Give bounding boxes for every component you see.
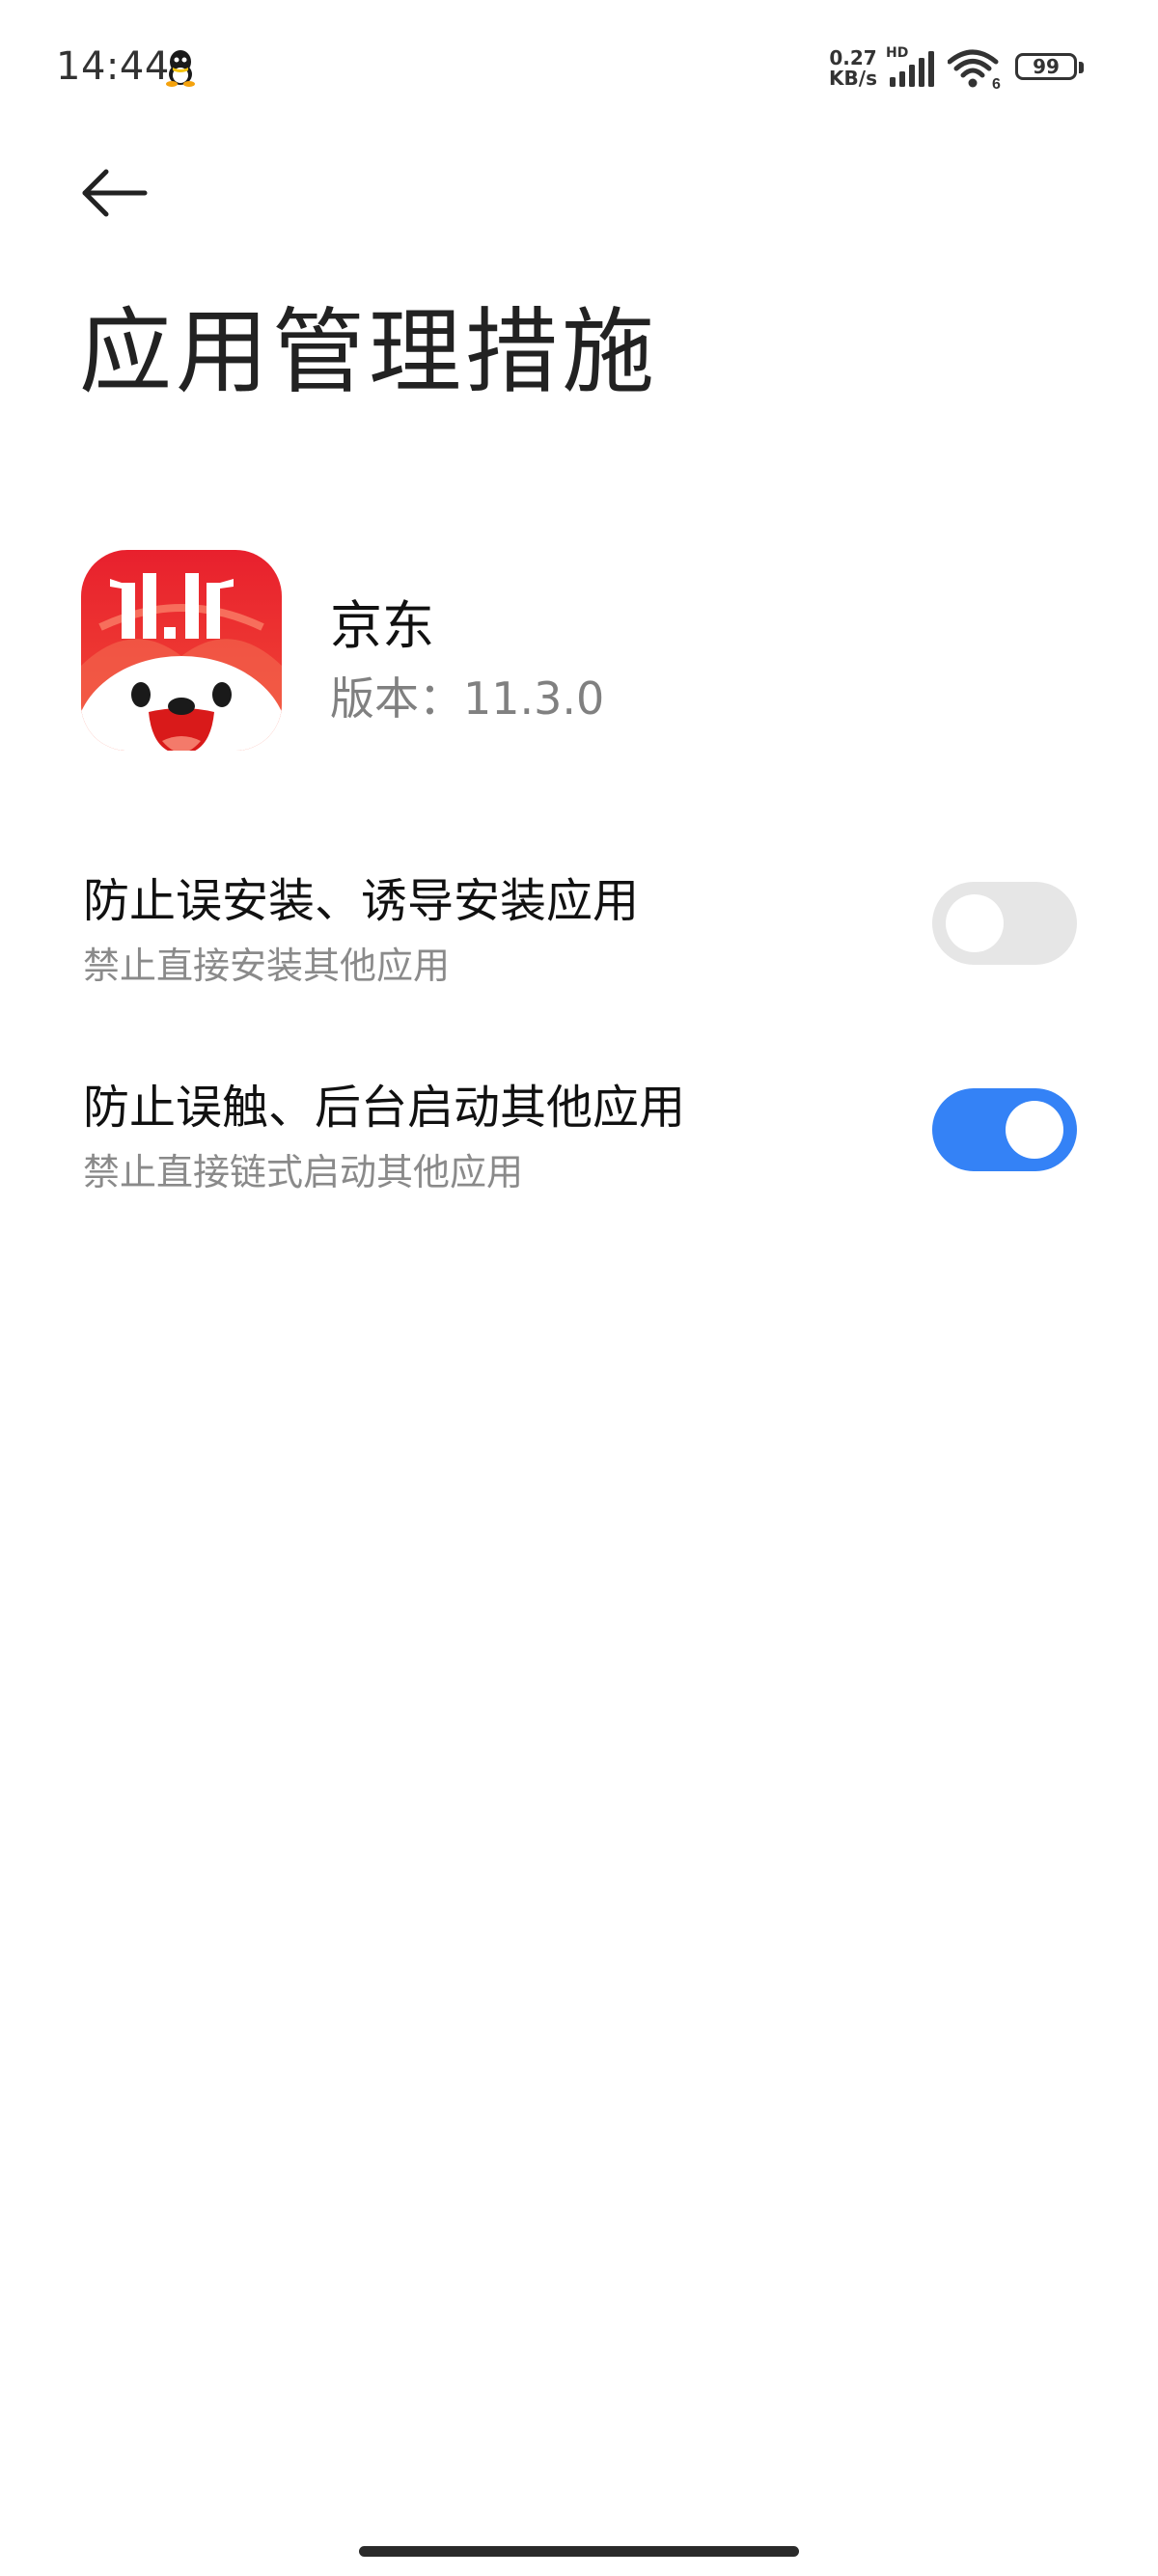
home-indicator[interactable] [359, 2546, 799, 2557]
page-title: 应用管理措施 [79, 298, 658, 406]
setting-subtitle: 禁止直接安装其他应用 [83, 945, 451, 987]
wifi-icon: 6 [947, 49, 1001, 93]
qq-icon [166, 50, 195, 87]
app-icon [81, 550, 282, 751]
cellular-signal: HD [886, 45, 940, 89]
toggle-switch-on[interactable] [932, 1088, 1077, 1171]
app-version: 版本：11.3.0 [330, 672, 605, 725]
battery-cap [1079, 62, 1084, 73]
status-time: 14:44 [56, 44, 170, 89]
setting-subtitle: 禁止直接链式启动其他应用 [83, 1151, 524, 1193]
status-bar: 14:44 0.27 KB/s HD 6 99 [0, 0, 1158, 135]
wifi-badge: 6 [992, 76, 1001, 91]
battery-level: 99 [1033, 55, 1060, 78]
toggle-knob [946, 894, 1004, 952]
battery-indicator: 99 [1015, 53, 1087, 84]
setting-title: 防止误安装、诱导安装应用 [83, 874, 640, 928]
app-name: 京东 [330, 595, 434, 656]
toggle-switch-off[interactable] [932, 882, 1077, 965]
back-button[interactable] [71, 154, 158, 241]
network-speed-unit: KB/s [829, 67, 877, 90]
toggle-knob [1006, 1101, 1063, 1159]
jd-app-icon [81, 550, 282, 751]
network-speed-value: 0.27 [829, 46, 877, 69]
network-speed: 0.27 KB/s [826, 48, 880, 89]
setting-prevent-induced-install[interactable]: 防止误安装、诱导安装应用 禁止直接安装其他应用 [0, 849, 1158, 1013]
cellular-signal-icon [890, 51, 934, 87]
setting-title: 防止误触、后台启动其他应用 [83, 1081, 686, 1135]
setting-prevent-background-launch[interactable]: 防止误触、后台启动其他应用 禁止直接链式启动其他应用 [0, 1055, 1158, 1219]
wifi-indicator: 6 [947, 48, 1004, 93]
back-arrow-icon [82, 169, 148, 217]
app-management-page: 14:44 0.27 KB/s HD 6 99 应用管理措施 京东 版本：11.… [0, 0, 1158, 2576]
